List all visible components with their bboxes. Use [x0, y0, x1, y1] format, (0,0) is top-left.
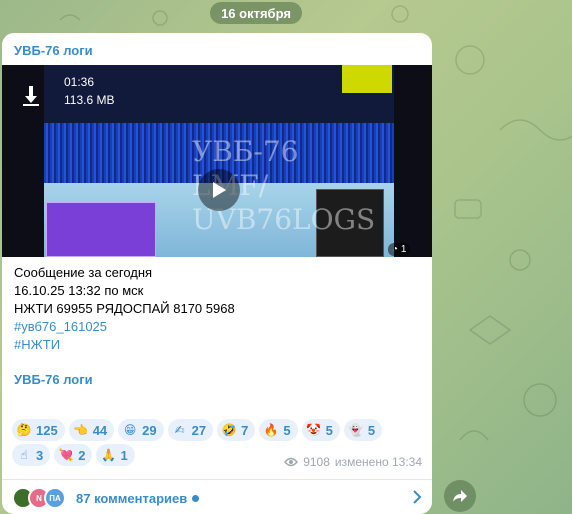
reaction-count: 44: [92, 422, 108, 438]
reaction-count: 29: [142, 422, 157, 438]
edited-timestamp: изменено 13:34: [334, 455, 422, 469]
video-frame-badge: [342, 65, 392, 93]
channel-post: УВБ-76 логи УВБ-76 LMF/ UVB76LOGS 01:36 …: [2, 33, 432, 514]
reaction-clown[interactable]: 🤡 5: [301, 419, 340, 441]
rofl-icon: 🤣: [221, 423, 237, 437]
reaction-grin[interactable]: 😁 29: [118, 419, 164, 441]
fire-icon: 🔥: [263, 423, 279, 437]
reaction-count: 2: [78, 447, 86, 463]
comments-count-label: 87 комментариев: [76, 490, 188, 506]
play-icon: [213, 182, 226, 198]
reaction-rofl[interactable]: 🤣 7: [217, 419, 256, 441]
reaction-count: 5: [367, 422, 376, 438]
unread-dot: [192, 494, 200, 502]
comments-button[interactable]: N ПА 87 комментариев: [12, 485, 422, 511]
reaction-heart-arrow[interactable]: 💘 2: [54, 444, 93, 466]
avatar-label: N: [36, 493, 42, 503]
reaction-count: 3: [36, 447, 44, 463]
reaction-ghost[interactable]: 👻 5: [343, 419, 383, 441]
reaction-count: 7: [241, 422, 249, 438]
download-icon[interactable]: [22, 85, 40, 107]
eye-icon: [284, 457, 299, 467]
point-up-icon: ☝: [20, 448, 28, 462]
avatar-label: ПА: [49, 493, 61, 503]
writing-icon: ✍: [174, 423, 185, 437]
reaction-count: 27: [191, 422, 207, 438]
viewer-icon: ◔: [392, 244, 399, 255]
reaction-count: 5: [325, 422, 333, 438]
pointing-icon: 👈: [73, 423, 89, 437]
avatar: ПА: [44, 487, 66, 509]
comments-divider: [2, 479, 432, 480]
reaction-count: 125: [36, 422, 58, 438]
reaction-point-up[interactable]: ☝ 3: [12, 444, 51, 466]
pray-icon: 🙏: [100, 448, 116, 462]
reaction-pointing[interactable]: 👈 44: [68, 419, 115, 441]
view-count: 9108: [303, 455, 330, 469]
post-text: Сообщение за сегодня 16.10.25 13:32 по м…: [14, 264, 235, 354]
thinking-icon: 🤔: [16, 423, 32, 437]
reaction-pray[interactable]: 🙏 1: [96, 444, 135, 466]
clown-icon: 🤡: [306, 423, 322, 437]
share-button[interactable]: [444, 480, 476, 512]
video-duration: 01:36: [64, 75, 95, 89]
share-icon: [453, 490, 467, 502]
video-corner-count: 1: [400, 244, 407, 255]
channel-footer-link[interactable]: УВБ-76 логи: [14, 372, 93, 387]
post-text-line: 16.10.25 13:32 по мск: [14, 283, 144, 298]
chevron-right-icon: [413, 490, 422, 504]
grin-icon: 😁: [123, 423, 137, 437]
hashtag-link[interactable]: #НЖТИ: [14, 336, 235, 354]
post-text-line: НЖТИ 69955 РЯДОСПАЙ 8170 5968: [14, 301, 235, 316]
reaction-count: 1: [120, 447, 128, 463]
ghost-icon: 👻: [348, 423, 364, 437]
watermark-line: УВБ-76: [192, 135, 299, 168]
video-corner-badge: ◔ 1: [388, 243, 411, 256]
video-file-size: 113.6 MB: [64, 93, 115, 107]
reactions-row: 🤔 125 👈 44 😁 29 ✍ 27 🤣 7 🔥 5 🤡 5 👻 5: [12, 419, 424, 441]
post-meta: 9108 изменено 13:34: [284, 455, 422, 469]
video-attachment[interactable]: УВБ-76 LMF/ UVB76LOGS 01:36 113.6 MB ◔ 1: [2, 65, 432, 257]
post-text-line: Сообщение за сегодня: [14, 265, 153, 280]
hashtag-link[interactable]: #увб76_161025: [14, 318, 235, 336]
date-separator: 16 октября: [210, 2, 302, 24]
reaction-count: 5: [283, 422, 291, 438]
heart-arrow-icon: 💘: [58, 448, 74, 462]
reaction-writing[interactable]: ✍ 27: [167, 419, 214, 441]
reaction-fire[interactable]: 🔥 5: [259, 419, 298, 441]
play-button[interactable]: [198, 169, 240, 211]
channel-name[interactable]: УВБ-76 логи: [14, 43, 93, 58]
reaction-thinking[interactable]: 🤔 125: [12, 419, 65, 441]
video-frame-window: [46, 202, 156, 257]
